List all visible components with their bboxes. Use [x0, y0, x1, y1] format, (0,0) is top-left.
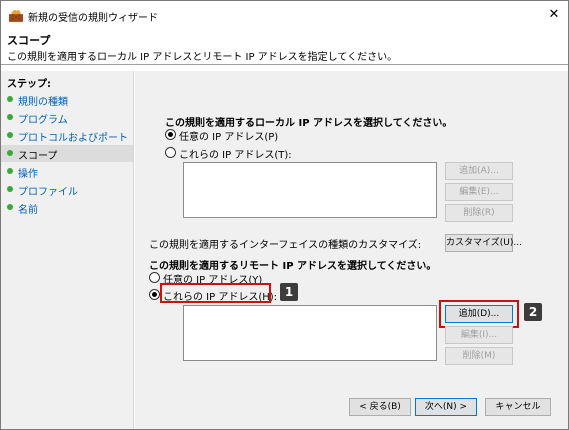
customize-button[interactable]: カスタマイズ(U)...	[445, 234, 522, 252]
local-remove-button[interactable]: 削除(R)	[445, 204, 513, 222]
step-label: 操作	[18, 169, 38, 180]
step-label: 名前	[18, 205, 38, 216]
step-dot-icon	[7, 168, 13, 174]
callout-badge-1: 1	[280, 283, 298, 301]
radio-label: 任意の IP アドレス(P)	[179, 132, 279, 143]
step-scope[interactable]: スコープ	[1, 145, 133, 162]
step-dot-icon	[7, 186, 13, 192]
step-dot-icon	[7, 96, 13, 102]
step-dot-icon	[7, 204, 13, 210]
firewall-app-icon	[9, 10, 23, 22]
remote-ip-section-title: この規則を適用するリモート IP アドレスを選択してください。	[149, 261, 437, 272]
step-label: プログラム	[18, 115, 68, 126]
local-add-button[interactable]: 追加(A)...	[445, 162, 513, 180]
window-title: 新規の受信の規則ウィザード	[28, 13, 158, 24]
remote-remove-button[interactable]: 削除(M)	[445, 347, 513, 365]
step-dot-icon	[7, 150, 13, 156]
step-dot-icon	[7, 114, 13, 120]
back-button[interactable]: < 戻る(B)	[349, 398, 411, 416]
close-icon[interactable]: ✕	[541, 3, 567, 27]
local-ip-list[interactable]	[183, 162, 437, 218]
step-program[interactable]: プログラム	[1, 109, 133, 126]
step-protocol-port[interactable]: プロトコルおよびポート	[1, 127, 133, 144]
radio-icon[interactable]	[165, 129, 176, 140]
scope-panel: この規則を適用するローカル IP アドレスを選択してください。 任意の IP ア…	[135, 71, 568, 429]
radio-icon[interactable]	[165, 147, 176, 158]
radio-label: これらの IP アドレス(T):	[179, 150, 292, 161]
step-label: 規則の種類	[18, 97, 68, 108]
local-edit-button[interactable]: 編集(E)...	[445, 183, 513, 201]
step-label: スコープ	[18, 151, 58, 162]
step-rule-type[interactable]: 規則の種類	[1, 91, 133, 108]
step-name[interactable]: 名前	[1, 199, 133, 216]
radio-icon[interactable]	[149, 289, 160, 300]
local-ip-section-title: この規則を適用するローカル IP アドレスを選択してください。	[165, 118, 453, 129]
callout-badge-2: 2	[524, 303, 542, 321]
next-button[interactable]: 次へ(N) >	[415, 398, 477, 416]
step-label: プロファイル	[18, 187, 78, 198]
remote-edit-button[interactable]: 編集(I)...	[445, 326, 513, 344]
cancel-button[interactable]: キャンセル	[485, 398, 551, 416]
remote-ip-list[interactable]	[183, 305, 437, 361]
page-title: スコープ	[7, 34, 51, 47]
remote-these-highlight	[160, 283, 271, 303]
step-label: プロトコルおよびポート	[18, 133, 128, 144]
steps-sidebar: ステップ: 規則の種類 プログラム プロトコルおよびポート スコープ 操作 プロ…	[1, 71, 134, 429]
step-dot-icon	[7, 132, 13, 138]
step-action[interactable]: 操作	[1, 163, 133, 180]
wizard-window: 新規の受信の規則ウィザード ✕ スコープ この規則を適用するローカル IP アド…	[0, 0, 569, 430]
title-bar: 新規の受信の規則ウィザード ✕	[1, 1, 568, 29]
page-header: スコープ この規則を適用するローカル IP アドレスとリモート IP アドレスを…	[1, 29, 568, 65]
remote-add-highlight	[439, 300, 519, 328]
radio-icon[interactable]	[149, 272, 160, 283]
steps-heading: ステップ:	[7, 79, 51, 90]
page-description: この規則を適用するローカル IP アドレスとリモート IP アドレスを指定してく…	[7, 52, 398, 63]
interface-type-label: この規則を適用するインターフェイスの種類のカスタマイズ:	[149, 240, 422, 251]
step-profile[interactable]: プロファイル	[1, 181, 133, 198]
